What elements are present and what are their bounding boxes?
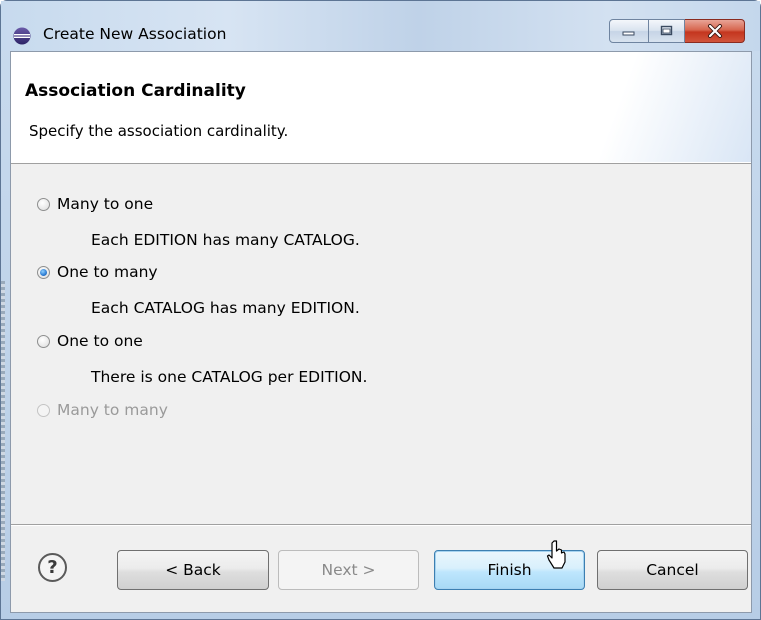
close-icon (707, 24, 722, 38)
option-description: Each CATALOG has many EDITION. (91, 299, 360, 317)
page-description: Specify the association cardinality. (29, 122, 289, 140)
window-controls (609, 19, 745, 43)
mouse-cursor-icon (546, 540, 566, 569)
cancel-button[interactable]: Cancel (597, 550, 748, 590)
radio-label: One to many (57, 263, 158, 281)
radio-many-to-one[interactable]: Many to one (37, 192, 153, 216)
window-edge (1, 281, 5, 581)
window-title: Create New Association (43, 25, 227, 43)
header-banner-graphic (571, 52, 751, 162)
radio-one-to-many[interactable]: One to many (37, 260, 158, 284)
radio-label: Many to one (57, 195, 154, 213)
option-description: Each EDITION has many CATALOG. (91, 231, 360, 249)
minimize-button[interactable] (609, 19, 649, 43)
maximize-button[interactable] (649, 19, 685, 43)
radio-label: Many to many (57, 401, 168, 419)
wizard-header: Association Cardinality Specify the asso… (11, 52, 751, 164)
title-bar[interactable]: Create New Association (1, 1, 760, 51)
button-bar-separator (11, 524, 751, 526)
minimize-icon (622, 31, 635, 36)
help-button[interactable]: ? (38, 553, 67, 582)
radio-label: One to one (57, 332, 143, 350)
dialog-window: Create New Association Association Cardi… (0, 0, 761, 620)
radio-many-to-many: Many to many (37, 398, 168, 422)
option-description: There is one CATALOG per EDITION. (91, 368, 368, 386)
eclipse-icon (13, 27, 31, 45)
radio-button-selected[interactable] (37, 265, 50, 279)
next-button: Next > (278, 550, 419, 590)
maximize-icon (660, 25, 672, 36)
radio-button[interactable] (37, 197, 50, 211)
back-button[interactable]: < Back (117, 550, 269, 590)
radio-one-to-one[interactable]: One to one (37, 329, 143, 353)
close-button[interactable] (685, 19, 745, 43)
dialog-content: Association Cardinality Specify the asso… (10, 51, 752, 613)
help-icon: ? (47, 557, 58, 578)
radio-button-disabled (37, 403, 50, 417)
radio-button[interactable] (37, 334, 50, 348)
page-title: Association Cardinality (25, 81, 246, 101)
